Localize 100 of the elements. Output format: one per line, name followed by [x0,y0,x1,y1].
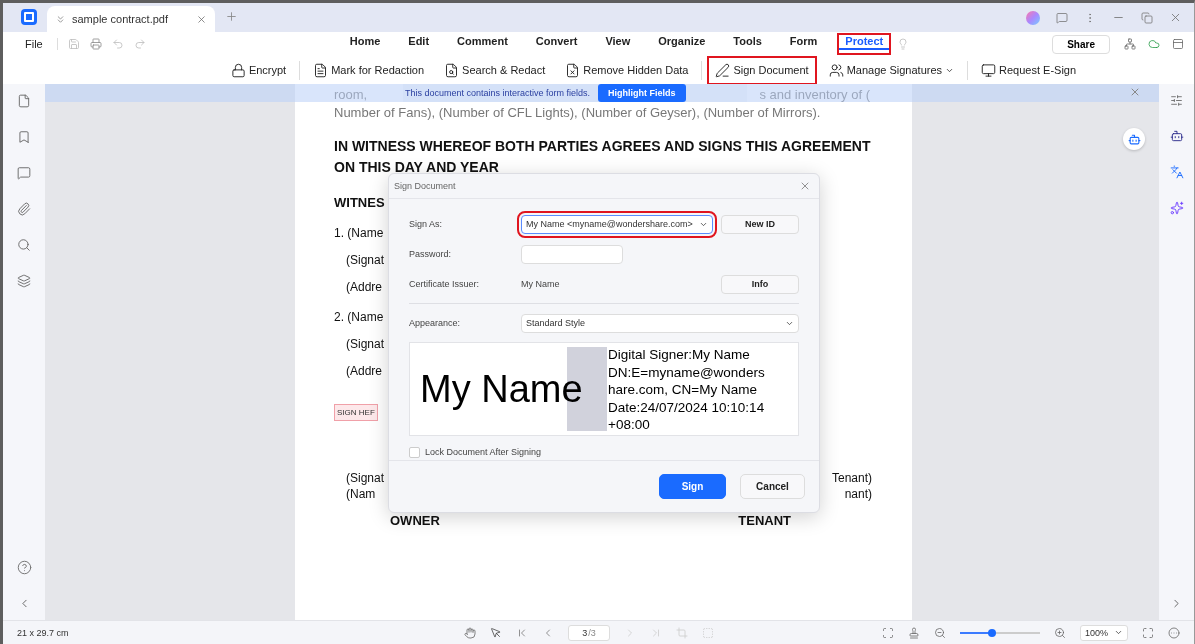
avatar-icon[interactable] [1026,10,1040,25]
document-tab[interactable]: sample contract.pdf [47,6,215,32]
menu-tab[interactable]: Form [781,33,826,55]
document-heading: WITNES [334,195,385,210]
document-icon [313,62,329,78]
tab-title: sample contract.pdf [72,13,169,25]
menu-tab[interactable]: Comment [449,33,516,55]
chevrons-down-icon[interactable] [55,13,66,25]
signature-field[interactable]: SIGN HEF [334,404,378,421]
password-field[interactable] [521,244,623,264]
cloud-icon[interactable] [1148,38,1160,50]
translate-icon[interactable] [1169,165,1184,179]
menu-tab[interactable]: View [597,33,639,55]
page-number-field[interactable]: 3/3 [568,624,610,641]
document-text: (Addre [346,280,383,294]
document-text: 1. (Name [334,226,384,240]
save-icon[interactable] [67,38,80,50]
fullscreen-icon[interactable] [1142,626,1154,639]
cancel-button[interactable]: Cancel [740,474,805,499]
scan-icon[interactable] [882,626,894,639]
document-text: (Signat [346,471,385,485]
chat-icon[interactable] [1056,11,1068,24]
document-text: 2. (Name [334,310,384,324]
menu-tab[interactable]: Tools [725,33,770,55]
field-label: Appearance: [409,318,462,328]
new-id-button[interactable]: New ID [721,214,799,234]
document-text: (Nam [346,487,376,501]
menu-tab[interactable]: Home [341,33,389,55]
assistant-icon[interactable] [1123,128,1145,150]
toolbar-button[interactable]: Sign Document [712,60,812,80]
signature-detail: Digital Signer:My Name [608,346,751,364]
document-heading: IN WITNESS WHEREOF BOTH PARTIES AGREES AND SIGNS THIS AGREEMENT ON THIS DAY AND YEAR [334,137,872,177]
plus-icon[interactable] [225,9,238,23]
document-text: (Signat [346,253,385,267]
layers-icon[interactable] [17,274,31,288]
sparkles-icon[interactable] [1169,201,1184,215]
document-search-icon [444,62,460,78]
checkbox-label: Lock Document After Signing [425,447,542,457]
document-x-icon [565,62,581,78]
toolbar-button[interactable]: Mark for Redaction [310,60,428,80]
close-icon[interactable] [799,180,811,192]
field-label: Sign As: [409,219,444,229]
signature-detail: DN:E=myname@wonders [608,363,765,381]
page-size: 21 x 29.7 cm [17,627,69,638]
stamp-icon[interactable] [908,626,920,639]
print-icon[interactable] [89,38,102,50]
paperclip-icon[interactable] [17,202,31,216]
monitor-icon [981,62,997,78]
toolbar-button[interactable]: Search & Redact [441,60,549,80]
issuer-value: My Name [521,279,561,289]
bot-icon[interactable] [1169,129,1184,143]
people-icon [828,62,844,78]
slider-thumb[interactable] [988,628,996,637]
network-icon[interactable] [1124,38,1136,50]
share-button[interactable]: Share [1052,34,1110,54]
sliders-icon[interactable] [1170,94,1183,107]
comment-icon[interactable] [17,166,31,180]
hand-icon[interactable] [464,626,476,639]
highlight-fields-button[interactable]: Highlight Fields [598,84,686,102]
party-label: TENANT [738,513,791,528]
file-menu[interactable]: File [25,38,43,50]
first-page-icon[interactable] [516,626,528,639]
field-label: Certificate Issuer: [409,279,481,289]
search-icon[interactable] [17,238,31,252]
zoom-in-icon[interactable] [1054,626,1066,639]
document-text: room, [334,86,368,104]
redo-icon[interactable] [133,38,146,50]
restore-icon[interactable] [1141,11,1153,24]
signature-name: My Name [420,367,583,411]
toolbar-button[interactable]: Encrypt [227,60,290,80]
close-icon[interactable] [1169,11,1182,24]
caret-icon [1114,628,1123,637]
notification-text: This document contains interactive form fields. [405,88,591,98]
menu-tab[interactable]: Convert [527,33,586,55]
sign-button[interactable]: Sign [659,474,726,499]
bookmark-icon[interactable] [17,130,31,144]
signature-detail: Date:24/07/2024 10:10:14 [608,398,765,416]
close-icon[interactable] [1129,86,1141,98]
toolbar-button[interactable]: Request E-Sign [978,60,1080,80]
zoom-out-icon[interactable] [934,626,946,639]
menu-tab[interactable]: Organize [650,33,714,55]
lock-icon [230,62,246,78]
more-icon[interactable] [1168,626,1180,639]
menu-tab[interactable]: Edit [400,33,438,55]
info-button[interactable]: Info [721,274,799,294]
toolbar-button[interactable]: Remove Hidden Data [562,60,692,80]
pointer-icon[interactable] [490,626,502,639]
lightbulb-icon[interactable] [897,38,910,50]
page-icon[interactable] [17,94,31,108]
toolbar-button[interactable]: Manage Signatures [825,60,958,80]
zoom-dropdown[interactable]: 100% [1080,624,1128,641]
menu-tab[interactable]: Protect [837,33,892,55]
close-icon[interactable] [196,13,207,25]
appearance-dropdown[interactable]: Standard Style [521,313,799,333]
help-icon[interactable] [16,560,32,575]
panel-icon[interactable] [1172,38,1184,50]
lock-checkbox[interactable] [409,446,420,458]
undo-icon[interactable] [111,38,124,50]
document-text: nant) [844,487,872,501]
zoom-slider[interactable] [960,631,1040,634]
